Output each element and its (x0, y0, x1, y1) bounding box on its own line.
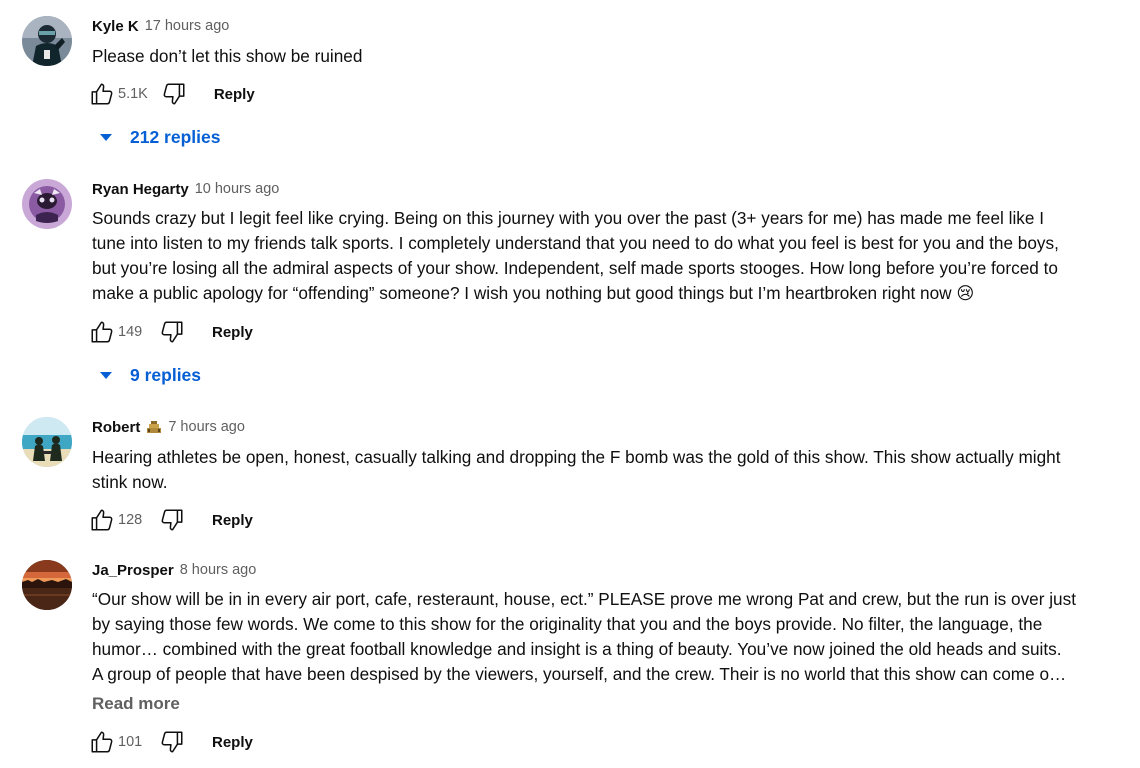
comment-timestamp[interactable]: 8 hours ago (180, 562, 257, 578)
comment-text-line: Hearing athletes be open, honest, casual… (92, 447, 1061, 467)
caret-down-icon (96, 127, 116, 147)
reply-button[interactable]: Reply (212, 512, 253, 529)
comment-text-line: stink now. (92, 472, 168, 492)
avatar[interactable] (22, 179, 72, 229)
thumbs-down-icon (161, 509, 183, 531)
view-replies-button[interactable]: 212 replies (96, 124, 220, 150)
like-count: 128 (118, 512, 143, 528)
like-button[interactable] (86, 316, 118, 348)
beach-couple-avatar-icon (22, 417, 72, 467)
like-count: 101 (118, 734, 143, 750)
like-count: 5.1K (118, 86, 148, 102)
caret-down-icon (96, 365, 116, 385)
comment-text-line: “Our show will be in in every air port, … (92, 589, 1076, 609)
sunset-avatar-icon (22, 560, 72, 610)
comment-author[interactable]: Kyle K (92, 18, 139, 35)
thumbs-up-icon (91, 509, 113, 531)
comment-header: Robert 7 hours ago (92, 417, 245, 437)
comment-text-line: make a public apology for “offending” so… (92, 283, 975, 303)
comment-header: Ja_Prosper 8 hours ago (92, 560, 256, 580)
comment-actions: 5.1K Reply (86, 78, 255, 110)
comment-text-line: Please don’t let this show be ruined (92, 46, 363, 66)
purple-character-avatar-icon (22, 179, 72, 229)
comment-text-line: but you’re losing all the admiral aspect… (92, 258, 1058, 278)
comment-text-line: by saying those few words. We come to th… (92, 614, 1043, 634)
read-more-button[interactable]: Read more (92, 694, 180, 714)
comment-text-line: tune into listen to my friends talk spor… (92, 233, 1059, 253)
comment-header: Ryan Hegarty 10 hours ago (92, 179, 279, 199)
like-button[interactable] (86, 504, 118, 536)
thumbs-down-icon (161, 321, 183, 343)
comment-text-line: Sounds crazy but I legit feel like cryin… (92, 208, 1044, 228)
comment-actions: 101 Reply (86, 726, 253, 758)
reply-button[interactable]: Reply (212, 734, 253, 751)
like-button[interactable] (86, 78, 118, 110)
comment-timestamp[interactable]: 7 hours ago (168, 419, 245, 435)
comment-text: Hearing athletes be open, honest, casual… (92, 445, 1084, 495)
reply-button[interactable]: Reply (214, 86, 255, 103)
comment-timestamp[interactable]: 17 hours ago (145, 18, 230, 34)
member-badge-icon (146, 420, 162, 434)
comment-actions: 149 Reply (86, 316, 253, 348)
avatar[interactable] (22, 560, 72, 610)
dislike-button[interactable] (158, 78, 190, 110)
replies-count-label: 212 replies (130, 126, 221, 147)
thumbs-up-icon (91, 731, 113, 753)
comment-text-line: A group of people that have been despise… (92, 664, 1067, 684)
comment-text-line: humor… combined with the great football … (92, 639, 1062, 659)
dislike-button[interactable] (156, 504, 188, 536)
thumbs-up-icon (91, 321, 113, 343)
comment-text: Sounds crazy but I legit feel like cryin… (92, 206, 1084, 306)
football-player-avatar-icon (22, 16, 72, 66)
view-replies-button[interactable]: 9 replies (96, 362, 201, 388)
dislike-button[interactable] (156, 726, 188, 758)
comment-timestamp[interactable]: 10 hours ago (195, 181, 280, 197)
comment-actions: 128 Reply (86, 504, 253, 536)
comment-text: “Our show will be in in every air port, … (92, 587, 1084, 687)
thumbs-down-icon (161, 731, 183, 753)
avatar[interactable] (22, 16, 72, 66)
comment-text: Please don’t let this show be ruined (92, 44, 1084, 69)
avatar[interactable] (22, 417, 72, 467)
comment-header: Kyle K 17 hours ago (92, 16, 229, 36)
like-button[interactable] (86, 726, 118, 758)
like-count: 149 (118, 324, 143, 340)
replies-count-label: 9 replies (130, 364, 202, 385)
comment-author[interactable]: Ja_Prosper (92, 562, 174, 579)
thumbs-up-icon (91, 83, 113, 105)
reply-button[interactable]: Reply (212, 324, 253, 341)
thumbs-down-icon (163, 83, 185, 105)
dislike-button[interactable] (156, 316, 188, 348)
comment-author[interactable]: Robert (92, 419, 140, 436)
comment-author[interactable]: Ryan Hegarty (92, 181, 189, 198)
